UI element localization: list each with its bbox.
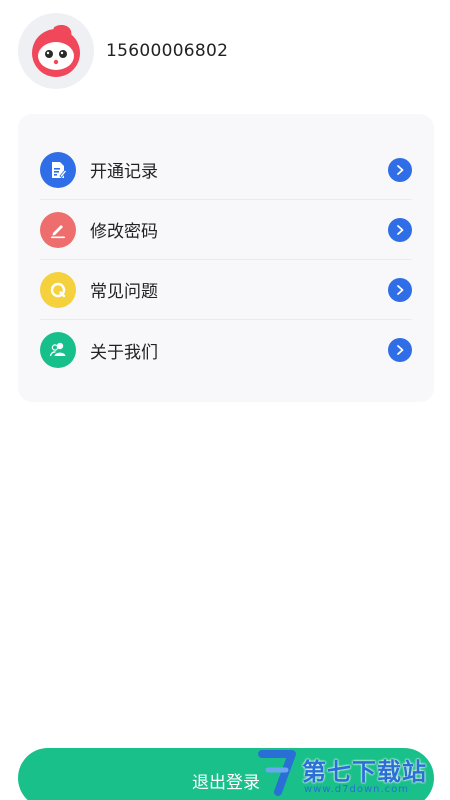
avatar[interactable] bbox=[18, 13, 94, 89]
chevron-right-icon bbox=[388, 157, 412, 182]
mascot-avatar-icon bbox=[32, 24, 80, 77]
menu-item-label: 修改密码 bbox=[90, 222, 158, 242]
menu-item-label: 常见问题 bbox=[90, 282, 158, 302]
profile-page: 15600006802 开通记录 修改密码 常见问题 关于我们 退出登录 第七下… bbox=[0, 0, 450, 800]
watermark: 第七下载站 www.d7down.com bbox=[256, 748, 450, 800]
watermark-logo-icon bbox=[258, 750, 296, 796]
chevron-right-icon bbox=[388, 277, 412, 302]
menu-item-open-records[interactable]: 开通记录 bbox=[40, 140, 412, 200]
chevron-right-icon bbox=[388, 338, 412, 362]
watermark-url: www.d7down.com bbox=[304, 784, 410, 795]
phone-number: 15600006802 bbox=[106, 41, 229, 61]
menu-item-label: 关于我们 bbox=[90, 342, 158, 363]
users-icon bbox=[40, 332, 76, 368]
menu-item-about-us[interactable]: 关于我们 bbox=[40, 320, 412, 380]
menu-item-change-password[interactable]: 修改密码 bbox=[40, 200, 412, 260]
profile-header: 15600006802 bbox=[18, 12, 228, 90]
pencil-icon bbox=[40, 211, 76, 248]
watermark-title: 第七下载站 bbox=[302, 758, 427, 786]
menu-card: 开通记录 修改密码 常见问题 关于我们 bbox=[18, 114, 434, 402]
menu-item-label: 开通记录 bbox=[90, 162, 158, 182]
menu-item-faq[interactable]: 常见问题 bbox=[40, 260, 412, 320]
question-q-icon bbox=[40, 271, 76, 308]
chevron-right-icon bbox=[388, 217, 412, 242]
document-edit-icon bbox=[40, 151, 76, 188]
